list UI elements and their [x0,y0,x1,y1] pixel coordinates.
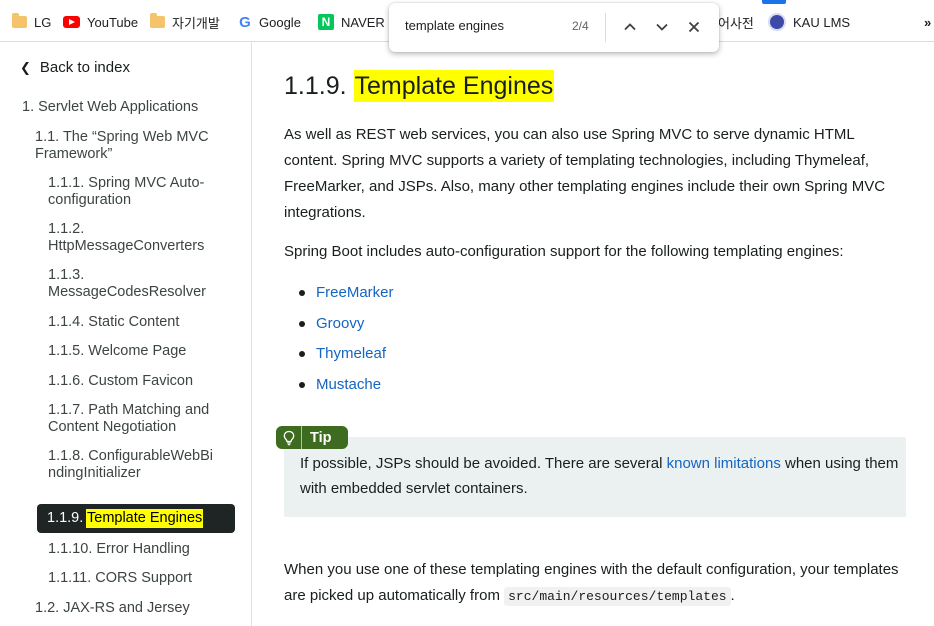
bookmark-dictionary[interactable]: 어사전 [718,12,754,32]
chevron-down-icon [656,23,668,31]
find-close-button[interactable] [684,17,704,37]
chevron-up-icon [624,23,636,31]
intro-paragraph: As well as REST web services, you can al… [284,126,886,221]
find-input[interactable]: template engines [405,18,504,33]
toc-sidebar: ❮ Back to index 1. Servlet Web Applicati… [0,42,252,626]
groovy-link[interactable]: Groovy [316,315,364,332]
toc-item-path-matching[interactable]: 1.1.7. Path Matching and Content Negotia… [48,402,228,436]
youtube-icon [63,16,80,28]
template-engine-list: FreeMarker Groovy Thymeleaf Mustache [284,280,394,402]
toc-item-cors-support[interactable]: 1.1.11. CORS Support [48,570,228,587]
bookmarks-overflow-button[interactable]: » [924,12,931,32]
tip-badge: Tip [276,426,348,449]
toc-item-jax-rs-jersey[interactable]: 1.2. JAX-RS and Jersey [35,600,240,617]
list-item: Thymeleaf [284,341,394,372]
toc-item-template-engines-active[interactable]: 1.1.9. Template Engines [37,504,235,533]
list-item: Groovy [284,311,394,342]
bookmark-youtube[interactable]: YouTube [63,12,138,32]
templates-path-code: src/main/resources/templates [504,587,731,606]
toc-item-spring-web-mvc[interactable]: 1.1. The “Spring Web MVC Framework” [35,129,240,163]
list-item: Mustache [284,372,394,403]
find-divider [605,13,606,42]
list-item: FreeMarker [284,280,394,311]
bookmark-kau-lms[interactable]: KAU LMS [768,12,850,32]
thymeleaf-link[interactable]: Thymeleaf [316,345,386,362]
toc-item-servlet-web-applications[interactable]: 1. Servlet Web Applications [22,99,242,116]
templates-location-paragraph: When you use one of these templating eng… [284,561,899,606]
lightbulb-icon [276,426,302,449]
tip-admonition: If possible, JSPs should be avoided. The… [284,437,906,517]
bookmark-lg[interactable]: LG [12,12,51,32]
kau-icon [768,13,786,31]
toc-item-custom-favicon[interactable]: 1.1.6. Custom Favicon [48,373,228,390]
find-previous-button[interactable] [620,17,640,37]
overflow-chevron-icon: » [924,14,932,30]
toc-item-welcome-page[interactable]: 1.1.5. Welcome Page [48,343,228,360]
find-next-button[interactable] [652,17,672,37]
google-icon: G [239,13,251,31]
toc-item-message-codes-resolver[interactable]: 1.1.3. MessageCodesResolver [48,267,218,301]
chevron-left-icon: ❮ [20,59,31,75]
bookmark-naver[interactable]: N NAVER [318,12,385,32]
support-paragraph: Spring Boot includes auto-configuration … [284,243,844,260]
folder-icon [12,13,27,28]
find-bar: template engines 2/4 [389,3,719,52]
folder-icon [150,13,165,28]
mustache-link[interactable]: Mustache [316,376,381,393]
close-icon [688,21,700,33]
find-highlight: Template Engines [86,509,204,528]
toc-item-http-message-converters[interactable]: 1.1.2. HttpMessageConverters [48,221,218,255]
section-heading: 1.1.9. Template Engines [284,70,555,102]
toc-item-mvc-auto-configuration[interactable]: 1.1.1. Spring MVC Auto-configuration [48,175,228,209]
tip-text: If possible, JSPs should be avoided. The… [300,455,899,497]
naver-icon: N [318,14,334,30]
bookmark-self-development[interactable]: 자기개발 [150,12,220,32]
toc-item-configurable-web-binding-initializer[interactable]: 1.1.8. ConfigurableWebBindingInitializer [48,448,220,482]
find-match-count: 2/4 [572,19,589,33]
bookmark-google[interactable]: G Google [238,12,301,32]
freemarker-link[interactable]: FreeMarker [316,284,394,301]
toc-item-error-handling[interactable]: 1.1.10. Error Handling [48,541,228,558]
back-to-index-link[interactable]: ❮ Back to index [20,59,130,76]
new-badge [762,0,786,4]
find-highlight-current: Template Engines [353,70,555,102]
known-limitations-link[interactable]: known limitations [667,455,781,472]
toc-item-static-content[interactable]: 1.1.4. Static Content [48,314,228,331]
